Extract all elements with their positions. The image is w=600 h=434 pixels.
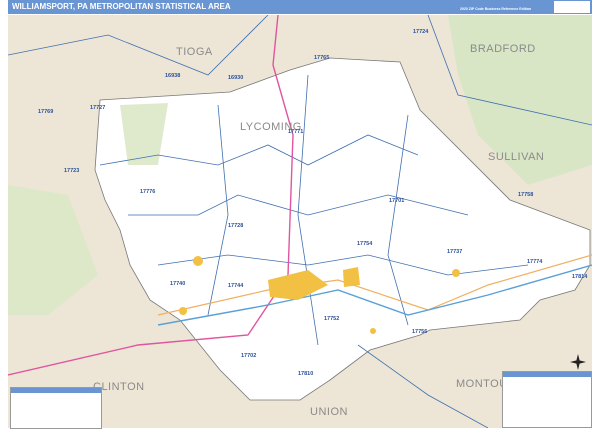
zip-label: 17776 [140,189,155,195]
legend-header [503,372,591,377]
zip-label: 17723 [64,168,79,174]
county-label-sullivan: SULLIVAN [488,151,544,163]
zip-label: 17771 [288,129,303,135]
map-title: WILLIAMSPORT, PA METROPOLITAN STATISTICA… [12,2,231,11]
zip-label: 17810 [298,371,313,377]
county-label-bradford: BRADFORD [470,43,536,55]
zip-label: 17744 [228,283,244,289]
zip-label: 17754 [357,241,373,247]
title-bar: WILLIAMSPORT, PA METROPOLITAN STATISTICA… [8,0,592,14]
zip-label: 16930 [228,75,243,81]
map-legend [502,371,592,428]
zip-label: 17701 [389,198,404,204]
map-subtitle: 2020 ZIP Code Business Reference Edition [460,7,532,11]
zip-table-header [11,388,101,393]
county-label-union: UNION [310,406,348,418]
zip-label: 16938 [165,73,180,79]
publisher-logo [554,1,590,13]
zip-label: 17814 [572,274,588,280]
zip-label: 17737 [447,249,462,255]
zip-label: 17769 [38,109,53,115]
zip-label: 17727 [90,105,105,111]
zip-label: 17702 [241,353,256,359]
zip-label: 17758 [518,192,533,198]
zip-label: 17724 [413,29,429,35]
map-canvas[interactable]: TIOGA BRADFORD LYCOMING SULLIVAN CLINTON… [8,15,592,428]
zip-label: 17728 [228,223,243,229]
zip-code-table [10,387,102,429]
county-label-tioga: TIOGA [176,46,213,58]
zip-label: 17740 [170,281,185,287]
zip-label: 17774 [527,259,543,265]
zip-label: 17752 [324,316,339,322]
zip-label: 17756 [412,329,427,335]
zip-label: 17765 [314,55,329,61]
